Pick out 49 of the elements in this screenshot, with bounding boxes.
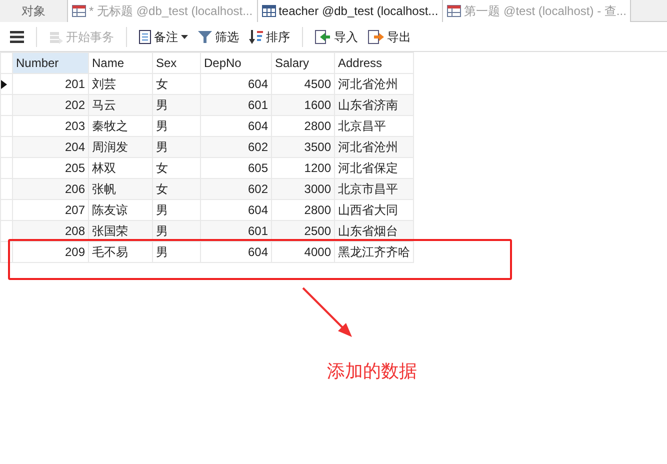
filter-icon [198,30,212,44]
stack-icon [49,30,63,44]
table-cell: 周润发 [88,136,152,158]
menu-icon [10,30,24,42]
table-cell: 202 [12,94,88,116]
caret-icon [181,34,188,38]
table-cell: 602 [200,178,272,200]
sort-icon [249,30,263,44]
table-cell: 河北省沧州 [334,136,414,158]
table-cell: 山东省济南 [334,94,414,116]
tab[interactable]: teacher @db_test (localhost... [258,0,444,22]
table-cell: 4000 [272,242,334,262]
column-header[interactable]: Number [12,52,88,74]
table-icon [262,5,276,17]
column-header[interactable]: Address [334,52,414,74]
memo-button[interactable]: 备注 [135,24,192,48]
table-cell: 黑龙江齐齐哈 [334,242,414,262]
query-table-icon [447,5,462,17]
import-icon [315,30,331,44]
table-cell: 张帆 [88,178,152,200]
query-table-icon [72,5,86,17]
annotation-text: 添加的数据 [327,360,417,383]
table-cell: 3500 [272,136,334,158]
table-cell: 马云 [88,94,152,116]
table-cell: 3000 [272,178,334,200]
table-cell: 602 [200,136,272,158]
column-header[interactable]: Salary [272,52,334,74]
table-cell: 女 [152,178,200,200]
table-cell: 1600 [272,94,334,116]
tab[interactable]: 对象 [0,0,68,22]
table-cell: 毛不易 [88,242,152,262]
table-cell: 204 [12,136,88,158]
export-button[interactable]: 导出 [364,24,415,48]
table-cell: 209 [12,242,88,262]
table-cell: 男 [152,136,200,158]
table-cell: 男 [152,94,200,116]
table-cell: 206 [12,178,88,200]
document-icon [139,30,151,44]
import-button[interactable]: 导入 [311,24,362,48]
column-header[interactable]: Name [88,52,152,74]
sort-button[interactable]: 排序 [245,24,294,48]
table-cell: 北京市昌平 [334,178,414,200]
table-cell: 601 [200,94,272,116]
column-header[interactable]: DepNo [200,52,272,74]
filter-button[interactable]: 筛选 [194,24,243,48]
column-header[interactable]: Sex [152,52,200,74]
export-icon [368,30,384,44]
table-cell: 男 [152,242,200,262]
table-cell: 604 [200,242,272,262]
